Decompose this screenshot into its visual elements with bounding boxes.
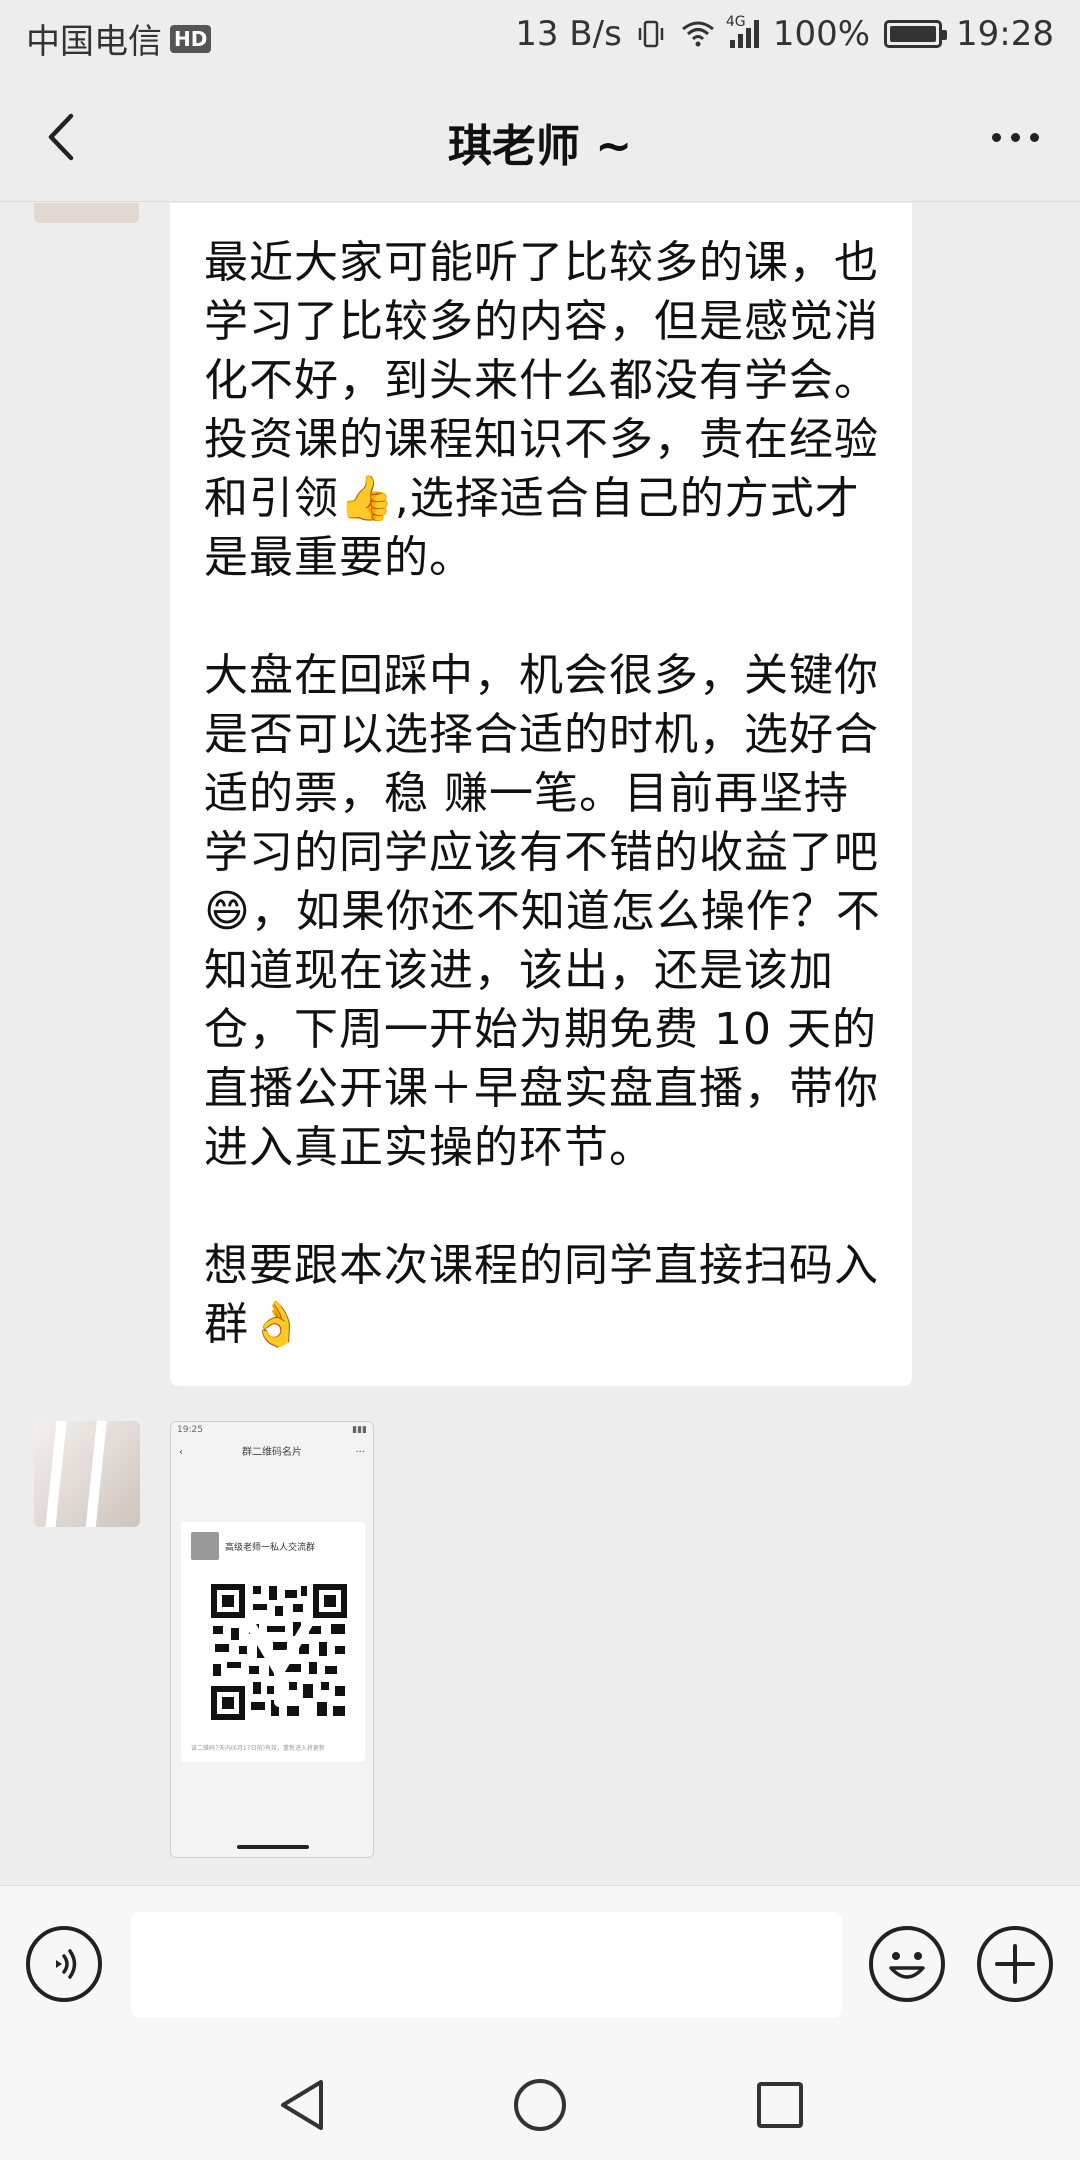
mini-battery-icon: ▮▮▮ (352, 1425, 367, 1435)
qr-card-header: 高级老师一私人交流群 (181, 1522, 365, 1570)
mini-home-indicator (237, 1845, 309, 1849)
mini-status-bar: 19:25 ▮▮▮ (171, 1422, 373, 1440)
qr-card: 高级老师一私人交流群 该二维码7天内(6月17日前)有效，重新进入将更新 (181, 1522, 365, 1762)
vibrate-icon (638, 20, 664, 48)
text-message-bubble[interactable]: 最近大家可能听了比较多的课，也学习了比较多的内容，但是感觉消化不好，到头来什么都… (170, 203, 912, 1386)
system-home-button[interactable] (508, 2073, 572, 2137)
message-paragraph: 大盘在回踩中，机会很多，关键你是否可以选择合适的时机，选好合适的票，稳 赚一笔。… (204, 650, 881, 1173)
image-message[interactable]: 19:25 ▮▮▮ ‹ 群二维码名片 ··· 高级老师一私人交流群 该二维码7天… (170, 1421, 374, 1858)
more-dot-icon (991, 132, 1001, 142)
mini-more-icon: ··· (355, 1447, 365, 1458)
group-name: 高级老师一私人交流群 (225, 1542, 316, 1553)
system-back-button[interactable] (270, 2073, 334, 2137)
scribble-redaction (41, 1421, 113, 1527)
more-dot-icon (1029, 132, 1039, 142)
more-dot-icon (1010, 132, 1020, 142)
status-bar: 中国电信 HD 13 B/s 4G 100% 19:28 (0, 0, 1080, 72)
chat-messages[interactable]: 最近大家可能听了比较多的课，也学习了比较多的内容，但是感觉消化不好，到头来什么都… (0, 203, 1080, 1885)
emoji-button[interactable] (869, 1926, 945, 2002)
chat-header: 琪老师 ~ (0, 72, 1080, 202)
voice-button[interactable] (26, 1926, 102, 2002)
wifi-icon (681, 21, 714, 47)
chat-title: 琪老师 ~ (447, 121, 633, 172)
message-paragraph: 最近大家可能听了比较多的课，也学习了比较多的内容，但是感觉消化不好，到头来什么都… (204, 237, 879, 583)
battery-icon (884, 20, 948, 48)
clock: 19:28 (956, 14, 1054, 54)
qr-footer-text: 该二维码7天内(6月17日前)有效，重新进入将更新 (191, 1745, 325, 1752)
more-button[interactable] (980, 107, 1050, 167)
system-navigation-bar (0, 2045, 1080, 2160)
back-triangle-icon (281, 2080, 323, 2130)
status-right: 13 B/s 4G 100% 19:28 (515, 14, 1054, 54)
recents-square-icon (757, 2082, 803, 2128)
message-input[interactable] (131, 1912, 842, 2018)
plus-icon (995, 1944, 1035, 1984)
carrier-label: 中国电信 (26, 22, 162, 62)
avatar[interactable] (34, 203, 139, 223)
net-speed: 13 B/s (515, 14, 622, 54)
mini-title: 群二维码名片 (242, 1447, 302, 1458)
battery-percent: 100% (772, 14, 871, 54)
home-circle-icon (514, 2079, 566, 2131)
group-avatar (191, 1532, 219, 1560)
system-recents-button[interactable] (748, 2073, 812, 2137)
status-left: 中国电信 HD (26, 14, 212, 63)
voice-icon (56, 1949, 77, 1979)
mini-time: 19:25 (177, 1425, 203, 1435)
input-bar (0, 1885, 1080, 2045)
emoji-icon (889, 1952, 925, 1979)
sender-avatar[interactable] (34, 1421, 140, 1527)
mini-nav-bar: ‹ 群二维码名片 ··· (171, 1440, 373, 1466)
hd-badge: HD (170, 24, 212, 53)
network-type: 4G (725, 14, 746, 30)
message-paragraph: 想要跟本次课程的同学直接扫码入群👌 (204, 1240, 879, 1350)
mini-back-icon: ‹ (179, 1447, 183, 1458)
plus-button[interactable] (977, 1926, 1053, 2002)
cell-signal: 4G (726, 14, 759, 48)
qr-code-icon (209, 1582, 349, 1722)
